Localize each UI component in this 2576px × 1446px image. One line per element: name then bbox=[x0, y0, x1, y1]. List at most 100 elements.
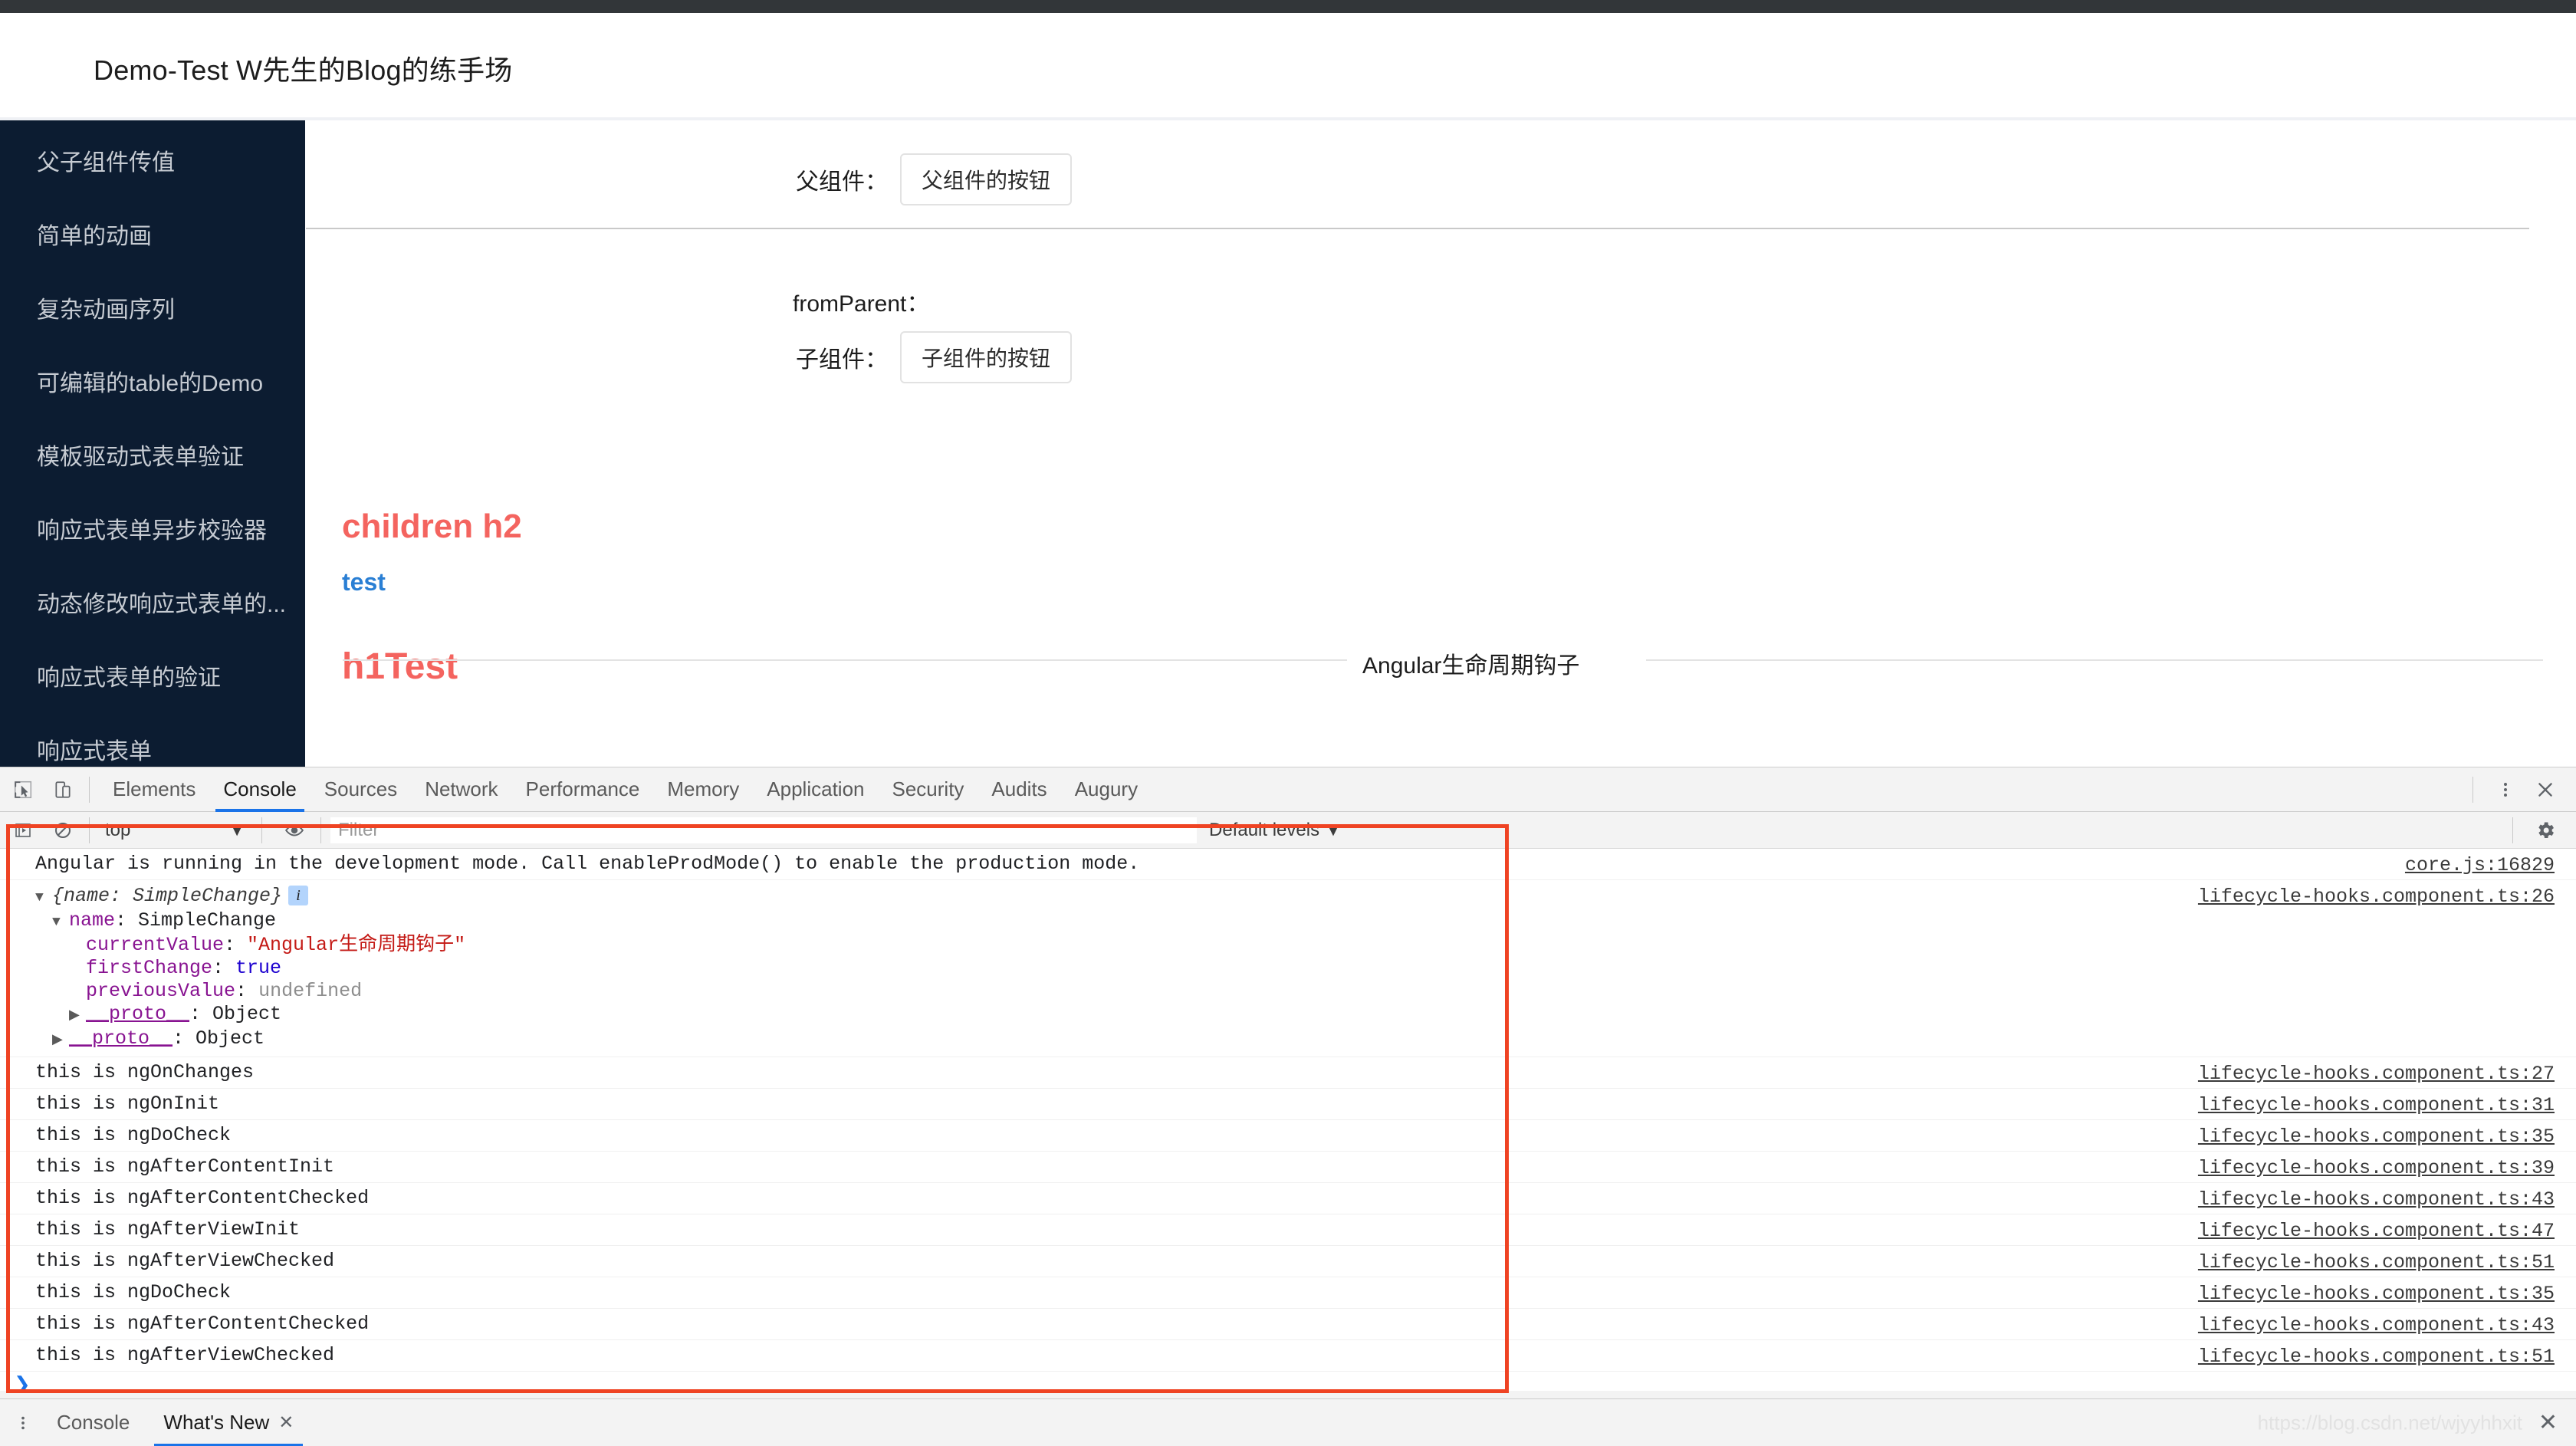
console-message-dev-mode: Angular is running in the development mo… bbox=[0, 849, 2576, 880]
drawer-tab-console[interactable]: Console bbox=[40, 1399, 146, 1446]
object-header-line[interactable]: ▼ {name: SimpleChange} i bbox=[35, 885, 2576, 909]
device-toolbar-icon[interactable] bbox=[46, 773, 80, 807]
child-component-button[interactable]: 子组件的按钮 bbox=[900, 331, 1073, 383]
triangle-right-icon[interactable]: ▶ bbox=[69, 1004, 86, 1027]
object-firstchange-key: firstChange bbox=[86, 957, 213, 979]
console-source-link[interactable]: lifecycle-hooks.component.ts:43 bbox=[2198, 1189, 2555, 1211]
console-source-link[interactable]: lifecycle-hooks.component.ts:51 bbox=[2198, 1346, 2555, 1368]
object-name-value: SimpleChange bbox=[138, 909, 277, 932]
console-source-link[interactable]: lifecycle-hooks.component.ts:47 bbox=[2198, 1221, 2555, 1242]
sidebar-item-6[interactable]: 动态修改响应式表单的... bbox=[37, 590, 297, 620]
sidebar-item-1[interactable]: 简单的动画 bbox=[37, 222, 297, 252]
info-icon[interactable]: i bbox=[288, 886, 309, 906]
console-message-text: this is ngOnChanges bbox=[35, 1061, 255, 1083]
console-source-link[interactable]: lifecycle-hooks.component.ts:26 bbox=[2198, 886, 2555, 908]
sidebar-item-5[interactable]: 响应式表单异步校验器 bbox=[37, 516, 297, 547]
console-toolbar-divider-1 bbox=[89, 817, 90, 843]
console-message-row: this is ngAfterContentChecked lifecycle-… bbox=[0, 1309, 2576, 1340]
triangle-right-icon[interactable]: ▶ bbox=[52, 1029, 69, 1052]
console-toolbar: top ▼ Default levels ▼ bbox=[0, 812, 2576, 849]
object-previousvalue-line: previousValue: undefined bbox=[86, 980, 363, 1002]
console-message-list[interactable]: Angular is running in the development mo… bbox=[0, 849, 2576, 1391]
tab-augury[interactable]: Augury bbox=[1061, 767, 1152, 812]
triangle-down-icon[interactable]: ▼ bbox=[35, 886, 52, 909]
object-proto-outer-line[interactable]: ▶ __proto__: Object bbox=[35, 1027, 2576, 1052]
console-source-link[interactable]: lifecycle-hooks.component.ts:39 bbox=[2198, 1158, 2555, 1179]
close-devtools-icon[interactable] bbox=[2528, 773, 2562, 807]
screenshot-root: Demo-Test W先生的Blog的练手场 父子组件传值 简单的动画 复杂动画… bbox=[0, 0, 2576, 1446]
clear-console-icon[interactable] bbox=[46, 813, 80, 847]
parent-component-row: 父组件： 父组件的按钮 bbox=[796, 153, 1073, 205]
console-message-row: this is ngAfterViewChecked lifecycle-hoo… bbox=[0, 1340, 2576, 1372]
console-toolbar-divider-2 bbox=[261, 817, 262, 843]
object-currentvalue-value: "Angular生命周期钩子" bbox=[247, 934, 466, 956]
console-source-link[interactable]: lifecycle-hooks.component.ts:27 bbox=[2198, 1063, 2555, 1085]
object-firstchange-value: true bbox=[235, 957, 282, 979]
parent-component-button[interactable]: 父组件的按钮 bbox=[900, 153, 1073, 205]
console-filter-input[interactable] bbox=[330, 817, 1197, 843]
console-toolbar-divider-4 bbox=[2512, 817, 2513, 843]
object-proto-key: __proto__ bbox=[86, 1003, 190, 1025]
console-prompt[interactable]: ❯ bbox=[0, 1372, 2576, 1392]
console-levels-select[interactable]: Default levels ▼ bbox=[1209, 820, 1342, 841]
tab-memory[interactable]: Memory bbox=[653, 767, 753, 812]
settings-gear-icon[interactable] bbox=[2528, 813, 2562, 847]
console-message-row: this is ngAfterViewInit lifecycle-hooks.… bbox=[0, 1214, 2576, 1246]
tab-sources[interactable]: Sources bbox=[310, 767, 411, 812]
object-name-line[interactable]: ▼ name: SimpleChange bbox=[35, 909, 2576, 934]
console-message-row: this is ngAfterViewChecked lifecycle-hoo… bbox=[0, 1246, 2576, 1277]
tab-network[interactable]: Network bbox=[411, 767, 511, 812]
prompt-caret-icon: ❯ bbox=[14, 1373, 31, 1392]
execution-context-select[interactable]: top ▼ bbox=[99, 817, 252, 843]
sidebar-item-4[interactable]: 模板驱动式表单验证 bbox=[37, 442, 297, 473]
tab-application[interactable]: Application bbox=[753, 767, 878, 812]
triangle-down-icon[interactable]: ▼ bbox=[52, 911, 69, 934]
execution-context-value: top bbox=[105, 819, 131, 840]
console-source-link[interactable]: lifecycle-hooks.component.ts:31 bbox=[2198, 1095, 2555, 1116]
console-message-text: this is ngDoCheck bbox=[35, 1124, 232, 1146]
object-currentvalue-key: currentValue bbox=[86, 934, 225, 956]
close-drawer-icon[interactable]: ✕ bbox=[2538, 1411, 2558, 1434]
sidebar-item-7[interactable]: 响应式表单的验证 bbox=[37, 663, 297, 694]
child-component-label: 子组件： bbox=[796, 347, 888, 373]
live-expression-eye-icon[interactable] bbox=[278, 813, 311, 847]
drawer-more-options-icon[interactable] bbox=[6, 1406, 40, 1440]
console-sidebar-toggle-icon[interactable] bbox=[6, 813, 40, 847]
tab-elements[interactable]: Elements bbox=[99, 767, 209, 812]
browser-top-strip bbox=[0, 0, 2576, 13]
drawer-tab-whats-new[interactable]: What's New ✕ bbox=[146, 1399, 310, 1446]
sidebar-item-2[interactable]: 复杂动画序列 bbox=[37, 295, 297, 326]
close-icon[interactable]: ✕ bbox=[278, 1413, 294, 1432]
devtools-tabbar-actions bbox=[2463, 767, 2576, 812]
console-source-link[interactable]: core.js:16829 bbox=[2405, 855, 2555, 876]
console-message-row: this is ngOnChanges lifecycle-hooks.comp… bbox=[0, 1057, 2576, 1089]
tabbar-divider bbox=[89, 776, 90, 803]
tab-security[interactable]: Security bbox=[879, 767, 978, 812]
section-title: Angular生命周期钩子 bbox=[1362, 653, 1580, 679]
tab-audits[interactable]: Audits bbox=[978, 767, 1060, 812]
tab-performance[interactable]: Performance bbox=[512, 767, 654, 812]
console-message-row: this is ngDoCheck lifecycle-hooks.compon… bbox=[0, 1120, 2576, 1152]
sidebar-item-0[interactable]: 父子组件传值 bbox=[37, 148, 297, 179]
object-proto-inner-line[interactable]: ▶ __proto__: Object bbox=[35, 1003, 2576, 1027]
console-message-text: this is ngOnInit bbox=[35, 1093, 220, 1115]
console-toolbar-divider-3 bbox=[320, 817, 321, 843]
console-message-row: this is ngDoCheck lifecycle-hooks.compon… bbox=[0, 1277, 2576, 1309]
console-message-text: this is ngAfterViewChecked bbox=[35, 1250, 335, 1272]
console-source-link[interactable]: lifecycle-hooks.component.ts:51 bbox=[2198, 1252, 2555, 1273]
test-link[interactable]: test bbox=[342, 568, 386, 596]
watermark-text: https://blog.csdn.net/wjyyhhxit bbox=[2257, 1411, 2522, 1434]
tab-console[interactable]: Console bbox=[209, 767, 310, 812]
section-rule-right bbox=[1646, 659, 2543, 661]
sidebar-item-3[interactable]: 可编辑的table的Demo bbox=[37, 369, 297, 399]
devtools-drawer: Console What's New ✕ https://blog.csdn.n… bbox=[0, 1398, 2576, 1446]
inspect-element-icon[interactable] bbox=[6, 773, 40, 807]
drawer-tab-label: What's New bbox=[163, 1411, 270, 1434]
console-source-link[interactable]: lifecycle-hooks.component.ts:35 bbox=[2198, 1283, 2555, 1305]
section-rule-left bbox=[343, 659, 1347, 661]
sidebar-item-8[interactable]: 响应式表单 bbox=[37, 737, 297, 767]
more-options-icon[interactable] bbox=[2489, 773, 2522, 807]
console-source-link[interactable]: lifecycle-hooks.component.ts:43 bbox=[2198, 1315, 2555, 1336]
console-source-link[interactable]: lifecycle-hooks.component.ts:35 bbox=[2198, 1126, 2555, 1148]
console-message-row: this is ngOnInit lifecycle-hooks.compone… bbox=[0, 1089, 2576, 1120]
